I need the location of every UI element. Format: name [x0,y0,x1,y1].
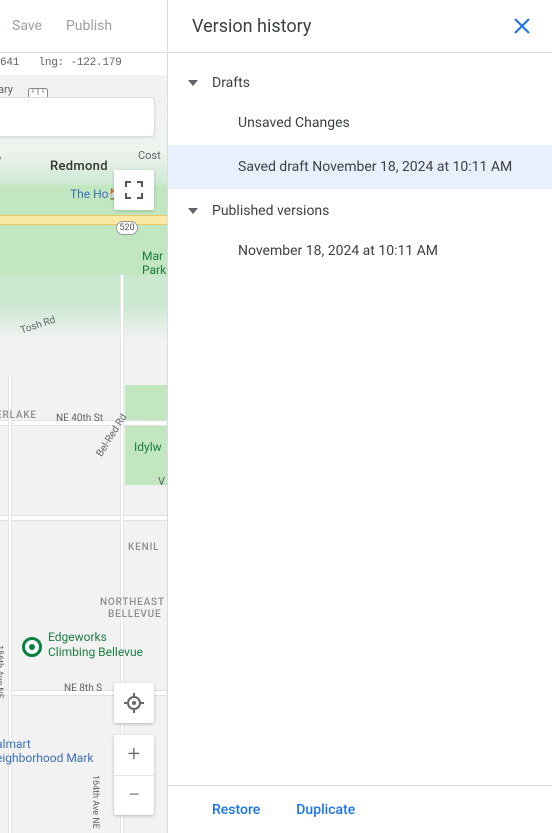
editor-toolbar: Save Publish [0,0,167,53]
map-label-v: V [158,475,165,488]
map-label-park: Mar [142,249,163,263]
map-label-walmart1: almart [0,737,31,751]
map-label: Cost [138,149,161,162]
map-search-input[interactable] [0,97,155,137]
lat-value: 641 [0,57,19,69]
crosshair-icon [124,693,144,713]
save-button[interactable]: Save [0,10,54,42]
map-canvas[interactable]: ary Redmond y Cost The Ho🏠ep Mar Park To… [0,75,167,833]
zoom-control: + − [114,735,154,815]
map-label-kenil: KENIL [128,542,159,553]
map-editor-panel: Save Publish 641 lng: -122.179 [0,0,168,833]
zoom-out-button[interactable]: − [114,776,154,816]
version-item-saved-draft[interactable]: Saved draft November 18, 2024 at 10:11 A… [168,145,552,189]
map-label-edge2: Climbing Bellevue [48,645,143,659]
chevron-down-icon [188,206,198,216]
map-label-edge1: Edgeworks [48,630,107,644]
chevron-down-icon [188,78,198,88]
map-label: y [0,153,1,166]
panel-header: Version history [168,0,552,53]
locate-button[interactable] [114,683,154,723]
map-label-ne8: NE 8th S [64,683,102,694]
version-history-panel: Version history Drafts Unsaved Changes S… [168,0,552,833]
version-item-unsaved[interactable]: Unsaved Changes [168,101,552,145]
map-label-nb1: NORTHEAST [100,597,165,608]
panel-body: Drafts Unsaved Changes Saved draft Novem… [168,53,552,785]
close-icon [513,17,531,35]
zoom-in-button[interactable]: + [114,735,154,776]
map-label-park2: Park [142,263,166,277]
section-title: Drafts [212,75,250,91]
duplicate-button[interactable]: Duplicate [296,802,355,818]
map-label-walmart2: eighborhood Mark [0,751,93,765]
panel-title: Version history [192,16,311,37]
map-label-redmond: Redmond [50,159,108,174]
close-button[interactable] [510,14,534,38]
map-label-nb2: BELLEVUE [108,609,161,620]
map-label: ary [0,83,13,96]
coordinates-readout: 641 lng: -122.179 [0,53,167,75]
highway-shield: 520 [116,221,138,235]
publish-button[interactable]: Publish [54,10,124,42]
map-marker[interactable] [22,637,42,657]
drafts-section-header[interactable]: Drafts [168,65,552,101]
map-label-164: 164th Ave NE [90,775,100,829]
map-label-erlake: ERLAKE [0,410,37,421]
version-item-published[interactable]: November 18, 2024 at 10:11 AM [168,229,552,273]
map-label-idylw: Idylw [134,440,162,454]
fullscreen-icon [125,181,143,199]
published-section-header[interactable]: Published versions [168,193,552,229]
map-label-156: 156th Ave NE [0,645,4,699]
restore-button[interactable]: Restore [212,802,260,818]
lng-value: -122.179 [70,57,121,69]
fullscreen-button[interactable] [114,170,154,210]
section-title: Published versions [212,203,329,219]
map-label-ne40: NE 40th St [56,413,103,424]
lng-label: lng: [38,57,64,69]
panel-footer: Restore Duplicate [168,785,552,833]
